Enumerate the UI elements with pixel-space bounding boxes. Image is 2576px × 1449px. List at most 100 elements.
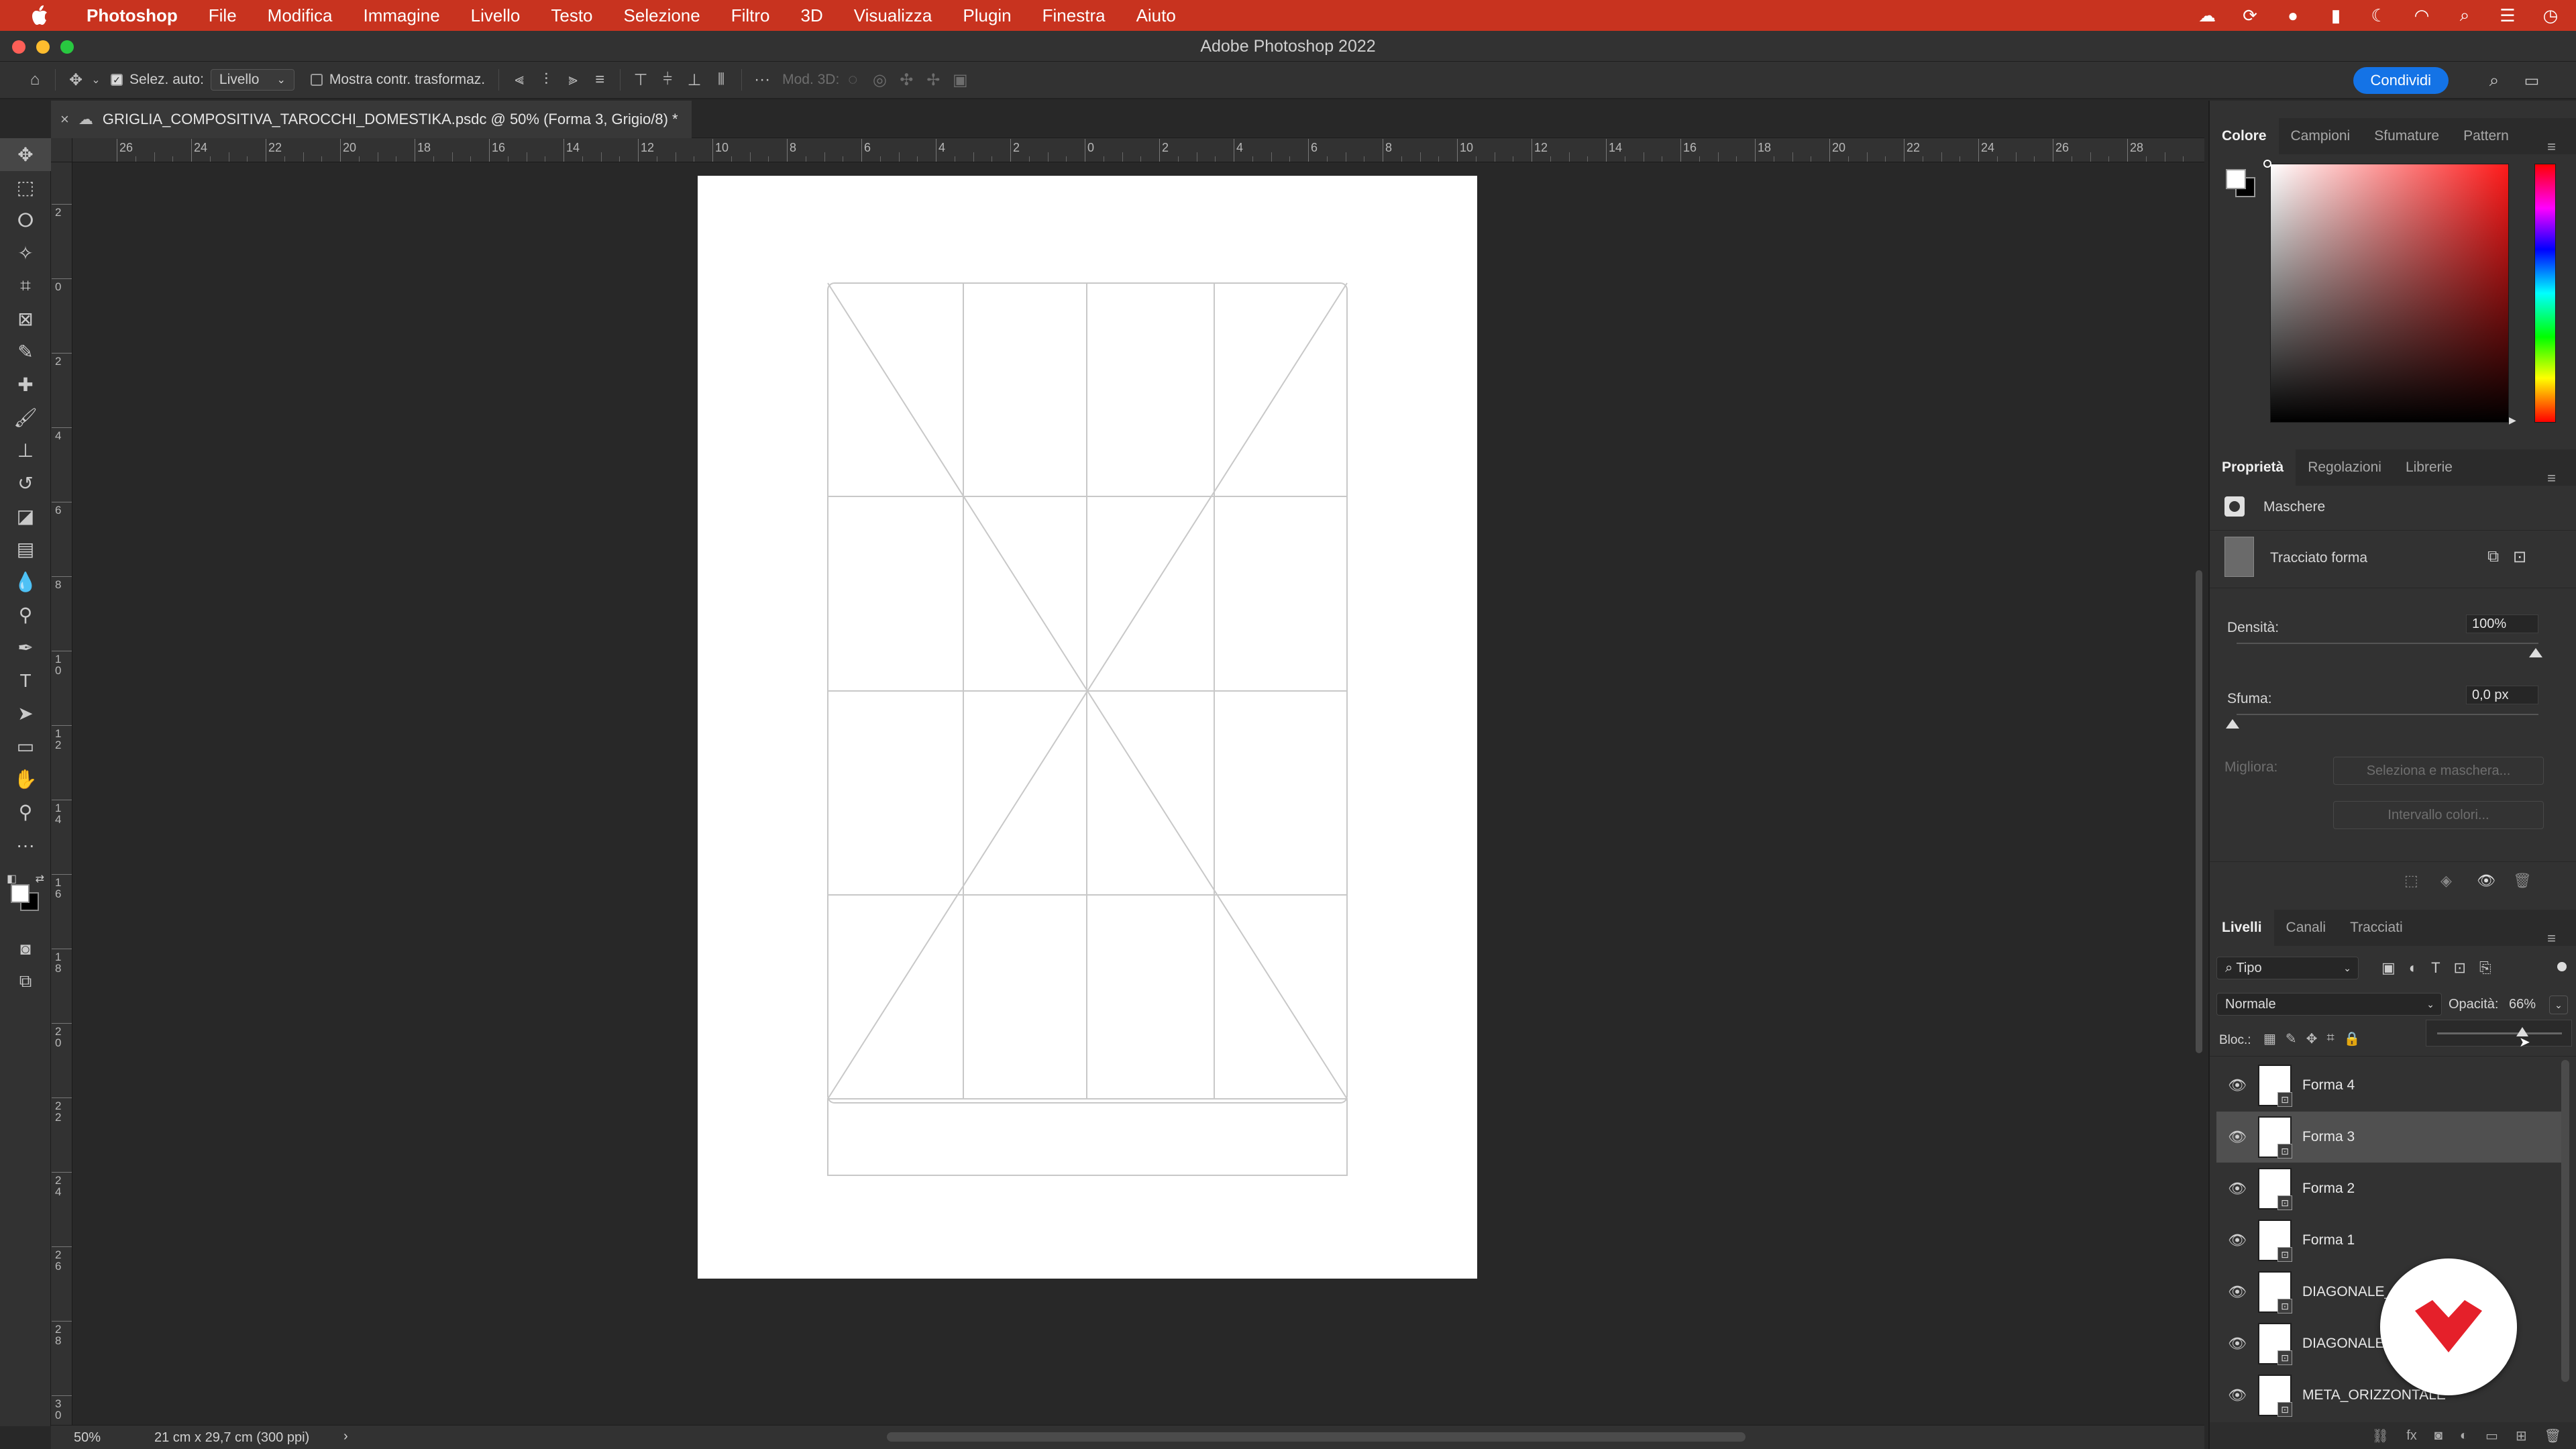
horizontal-scroll-thumb[interactable] (887, 1432, 1746, 1442)
move-tool-preset-icon[interactable]: ✥ (62, 66, 89, 93)
move-tool-icon[interactable]: ✥ (0, 138, 51, 171)
eraser-tool-icon[interactable]: ◪ (0, 500, 51, 533)
tab-pattern[interactable]: Pattern (2451, 118, 2521, 154)
default-colors-icon[interactable]: ◧ (7, 872, 17, 885)
delete-mask-icon[interactable]: 🗑 (2513, 872, 2532, 890)
cc-sync-icon[interactable]: ⟳ (2239, 5, 2261, 26)
select-and-mask-button[interactable]: Seleziona e maschera... (2333, 757, 2544, 785)
delete-layer-icon[interactable]: 🗑 (2544, 1428, 2561, 1444)
new-layer-icon[interactable]: ⊞ (2516, 1428, 2527, 1444)
distribute-v-icon[interactable]: ⫴ (708, 66, 735, 93)
foreground-color-swatch[interactable] (11, 884, 30, 903)
path-selection-tool-icon[interactable]: ➤ (0, 697, 51, 730)
adjustment-layer-filter-icon[interactable]: ◐ (2409, 959, 2418, 977)
healing-brush-tool-icon[interactable]: ✚ (0, 368, 51, 401)
visibility-eye-icon[interactable]: 👁 (2216, 1232, 2258, 1249)
quick-mask-icon[interactable]: ◙ (0, 932, 51, 965)
color-panel-swatches[interactable] (2226, 165, 2257, 203)
visibility-toggle-icon[interactable]: 👁 (2477, 872, 2496, 890)
align-bottom-icon[interactable]: ⊥ (681, 66, 708, 93)
more-tools-icon[interactable]: ··· (0, 828, 51, 861)
visibility-eye-icon[interactable]: 👁 (2216, 1387, 2258, 1404)
align-center-h-icon[interactable]: ⫶ (533, 66, 559, 93)
vertical-scroll-thumb[interactable] (2196, 570, 2202, 1053)
creative-cloud-icon[interactable]: ☁ (2196, 5, 2218, 26)
gradient-tool-icon[interactable]: ▤ (0, 533, 51, 566)
menu-aiuto[interactable]: Aiuto (1121, 5, 1191, 26)
status-arrow-icon[interactable]: › (343, 1429, 348, 1444)
menu-livello[interactable]: Livello (455, 5, 536, 26)
menu-photoshop[interactable]: Photoshop (71, 5, 193, 26)
search-icon[interactable]: ⌕ (2481, 67, 2508, 94)
clock-icon[interactable]: ◷ (2540, 5, 2561, 26)
menu-modifica[interactable]: Modifica (252, 5, 348, 26)
color-swatches[interactable]: ◧ ⇄ (7, 872, 44, 911)
lock-pixels-icon[interactable]: ✎ (2286, 1030, 2297, 1047)
menu-plugin[interactable]: Plugin (947, 5, 1026, 26)
new-group-icon[interactable]: ▭ (2485, 1428, 2498, 1444)
load-selection-icon[interactable]: ⬚ (2404, 872, 2418, 890)
foreground-color-swatch[interactable] (2226, 169, 2246, 189)
auto-select-dropdown[interactable]: Livello ⌄ (210, 69, 294, 91)
align-left-icon[interactable]: ⫷ (506, 66, 533, 93)
horizontal-ruler[interactable]: 26 24 22 20 18 16 14 12 10 8 6 4 2 0 2 4 6 8 10 12 14 16 18 20 2… (72, 138, 2204, 162)
canvas-area[interactable] (72, 162, 2204, 1425)
tab-regolazioni[interactable]: Regolazioni (2296, 449, 2394, 486)
workspace-icon[interactable]: ▭ (2518, 67, 2545, 94)
flag-icon[interactable]: ▮ (2325, 5, 2347, 26)
frame-tool-icon[interactable]: ⊠ (0, 303, 51, 335)
align-top-icon[interactable]: ⊤ (627, 66, 654, 93)
type-tool-icon[interactable]: T (0, 664, 51, 697)
layer-row[interactable]: 👁 ⊡ Forma 3 (2216, 1112, 2565, 1163)
tab-livelli[interactable]: Livelli (2210, 910, 2274, 946)
apply-mask-icon[interactable]: ◈ (2440, 872, 2452, 890)
menu-filtro[interactable]: Filtro (716, 5, 786, 26)
hand-tool-icon[interactable]: ✋ (0, 763, 51, 796)
smart-object-filter-icon[interactable]: ⎘ (2479, 959, 2491, 977)
swap-colors-icon[interactable]: ⇄ (36, 872, 44, 885)
layer-row[interactable]: 👁 ⊡ Forma 2 (2216, 1163, 2565, 1214)
density-slider-handle[interactable] (2529, 648, 2542, 657)
align-middle-icon[interactable]: ⫩ (654, 66, 681, 93)
wifi-icon[interactable]: ◠ (2411, 5, 2432, 26)
add-vector-mask-icon[interactable]: ⊡ (2513, 547, 2526, 567)
tab-canali[interactable]: Canali (2274, 910, 2339, 946)
auto-select-checkbox[interactable]: ✓ (111, 74, 123, 86)
pen-tool-icon[interactable]: ✒ (0, 631, 51, 664)
menu-immagine[interactable]: Immagine (348, 5, 455, 26)
align-right-icon[interactable]: ⫸ (559, 66, 586, 93)
home-icon[interactable]: ⌂ (21, 66, 48, 93)
visibility-eye-icon[interactable]: 👁 (2216, 1283, 2258, 1301)
density-slider[interactable] (2237, 643, 2538, 644)
lock-position-icon[interactable]: ✥ (2306, 1030, 2318, 1047)
layer-filter-dropdown[interactable]: ⌕ Tipo ⌄ (2216, 957, 2359, 979)
dodge-tool-icon[interactable]: ⚲ (0, 598, 51, 631)
panel-menu-icon[interactable]: ≡ (2535, 920, 2568, 957)
menu-file[interactable]: File (193, 5, 252, 26)
close-tab-icon[interactable]: × (60, 111, 69, 128)
history-brush-tool-icon[interactable]: ↺ (0, 467, 51, 500)
visibility-eye-icon[interactable]: 👁 (2216, 1077, 2258, 1094)
lock-artboard-icon[interactable]: ⌗ (2326, 1030, 2334, 1047)
visibility-eye-icon[interactable]: 👁 (2216, 1180, 2258, 1197)
feather-field[interactable]: 0,0 px (2466, 686, 2538, 704)
color-picker-marker[interactable] (2263, 160, 2271, 168)
panel-menu-icon[interactable]: ≡ (2535, 129, 2568, 165)
more-options-icon[interactable]: ··· (749, 66, 775, 93)
tab-tracciati[interactable]: Tracciati (2338, 910, 2415, 946)
tab-campioni[interactable]: Campioni (2279, 118, 2363, 154)
show-transform-checkbox[interactable] (310, 74, 323, 86)
opacity-value[interactable]: 66% (2509, 997, 2536, 1012)
hue-slider[interactable] (2534, 164, 2556, 423)
pixel-layer-filter-icon[interactable]: ▣ (2381, 959, 2396, 977)
feather-slider[interactable] (2237, 714, 2538, 715)
document-canvas[interactable] (698, 176, 1477, 1279)
tab-propriet[interactable]: Proprietà (2210, 449, 2296, 486)
eyedropper-tool-icon[interactable]: ✎ (0, 335, 51, 368)
density-field[interactable]: 100% (2466, 614, 2538, 633)
chevron-down-icon[interactable]: ⌄ (89, 66, 103, 93)
vertical-ruler[interactable]: 2 0 2 4 6 8 10 12 14 16 18 20 22 24 26 28 30 (51, 162, 72, 1425)
screen-mode-icon[interactable]: ⧉ (0, 965, 51, 998)
color-range-button[interactable]: Intervallo colori... (2333, 801, 2544, 829)
zoom-tool-icon[interactable]: ⚲ (0, 796, 51, 828)
